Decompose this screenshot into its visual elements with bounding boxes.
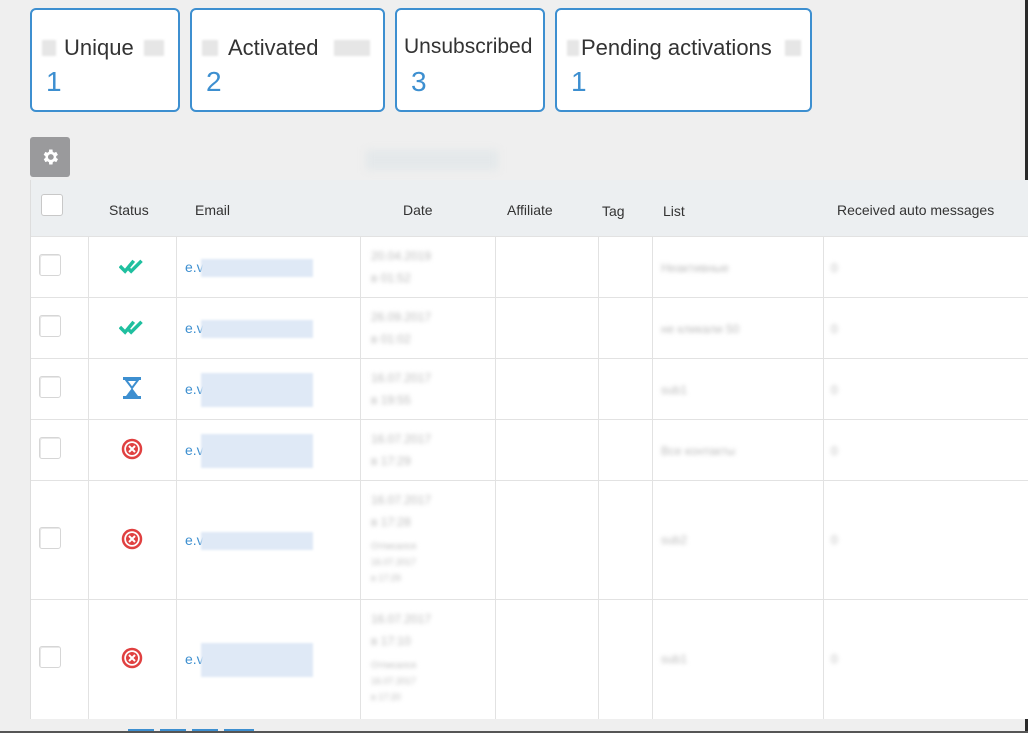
redacted-list: не кликали 50 <box>661 322 740 336</box>
column-header-affiliate[interactable]: Affiliate <box>507 202 553 218</box>
select-all-checkbox[interactable] <box>41 194 63 216</box>
redacted-block <box>202 40 218 56</box>
redacted-date: 16.07.2017 <box>371 371 432 385</box>
stat-card-unsubscribed[interactable]: Unsubscribed 3 <box>395 8 545 112</box>
redacted-note: Отписался <box>371 541 417 551</box>
stat-card-activated[interactable]: Activated 2 <box>190 8 385 112</box>
table-header: Status Email Date Affiliate Tag List Rec… <box>31 180 1028 236</box>
x-circle-icon <box>119 527 145 551</box>
stat-label: Activated <box>228 35 319 60</box>
redacted-note: в 17:29 <box>371 573 401 583</box>
column-header-status[interactable]: Status <box>109 202 149 218</box>
column-header-date[interactable]: Date <box>403 202 433 218</box>
redacted-date: 26.09.2017 <box>371 310 432 324</box>
redacted-count: 0 <box>831 652 838 666</box>
redacted-block <box>334 40 370 56</box>
stat-label: Unique <box>64 35 134 60</box>
redacted-note: 16.07.2017 <box>371 557 417 567</box>
table-row[interactable]: e.v 16.07.2017 в 17:28 Отписался 16.07.2… <box>31 480 1028 600</box>
settings-button[interactable] <box>30 137 70 177</box>
redacted-date: в 19:55 <box>371 393 411 407</box>
column-header-tag[interactable]: Tag <box>602 203 625 219</box>
redacted-email <box>201 434 313 468</box>
redacted-email <box>201 320 313 338</box>
redacted-list: Неактивные <box>661 261 729 275</box>
row-checkbox[interactable] <box>39 527 61 549</box>
redacted-date: 20.04.2019 <box>371 249 432 263</box>
redacted-date: в 17:29 <box>371 454 411 468</box>
redacted-count: 0 <box>831 261 838 275</box>
hourglass-icon <box>119 376 145 400</box>
redacted-block <box>144 40 164 56</box>
column-header-received[interactable]: Received auto messages <box>837 202 994 218</box>
redacted-date: в 01:02 <box>371 332 411 346</box>
redacted-date: в 01:52 <box>371 271 411 285</box>
table-row[interactable]: e.v 16.07.2017 в 17:29 Все контакты 0 <box>31 419 1028 481</box>
redacted-count: 0 <box>831 533 838 547</box>
column-header-email[interactable]: Email <box>195 202 230 218</box>
redacted-email <box>201 532 313 550</box>
row-checkbox[interactable] <box>39 315 61 337</box>
subscribers-table: Status Email Date Affiliate Tag List Rec… <box>30 180 1028 719</box>
redacted-list: sub1 <box>661 383 688 397</box>
redacted-email <box>201 643 313 677</box>
row-checkbox[interactable] <box>39 254 61 276</box>
redacted-list: Все контакты <box>661 444 736 458</box>
table-row[interactable]: e.v 20.04.2019 в 01:52 Неактивные 0 <box>31 236 1028 298</box>
redacted-count: 0 <box>831 444 838 458</box>
x-circle-icon <box>119 646 145 670</box>
gear-icon <box>43 149 58 165</box>
stat-value: 1 <box>46 66 62 97</box>
redacted-list: sub1 <box>661 652 688 666</box>
redacted-block <box>785 40 801 56</box>
redacted-note: Отписался <box>371 660 417 670</box>
table-row[interactable]: e.v 16.07.2017 в 19:55 sub1 0 <box>31 358 1028 420</box>
stat-value: 2 <box>206 66 222 97</box>
redacted-email <box>201 259 313 277</box>
row-checkbox[interactable] <box>39 437 61 459</box>
x-circle-icon <box>119 437 145 461</box>
table-row[interactable]: e.v 16.07.2017 в 17:10 Отписался 16.07.2… <box>31 599 1028 720</box>
redacted-count: 0 <box>831 322 838 336</box>
table-row[interactable]: e.v 26.09.2017 в 01:02 не кликали 50 0 <box>31 297 1028 359</box>
redacted-note: в 17:20 <box>371 692 401 702</box>
row-checkbox[interactable] <box>39 646 61 668</box>
column-header-list[interactable]: List <box>663 203 685 219</box>
stat-value: 3 <box>411 66 427 97</box>
redacted-date: в 17:28 <box>371 515 411 529</box>
redacted-count: 0 <box>831 383 838 397</box>
redacted-date: 16.07.2017 <box>371 493 432 507</box>
redacted-list: sub2 <box>661 533 688 547</box>
double-check-icon <box>119 254 145 278</box>
redacted-date: 16.07.2017 <box>371 612 432 626</box>
redacted-block <box>42 40 56 56</box>
redacted-block <box>567 40 579 56</box>
redacted-block <box>366 150 498 170</box>
redacted-date: 16.07.2017 <box>371 432 432 446</box>
stat-value: 1 <box>571 66 587 97</box>
redacted-email <box>201 373 313 407</box>
redacted-note: 16.07.2017 <box>371 676 417 686</box>
stat-label: Pending activations <box>581 35 772 60</box>
stat-label: Unsubscribed <box>404 35 533 58</box>
stat-card-pending[interactable]: Pending activations 1 <box>555 8 812 112</box>
double-check-icon <box>119 315 145 339</box>
stat-card-unique[interactable]: Unique 1 <box>30 8 180 112</box>
redacted-date: в 17:10 <box>371 634 411 648</box>
row-checkbox[interactable] <box>39 376 61 398</box>
